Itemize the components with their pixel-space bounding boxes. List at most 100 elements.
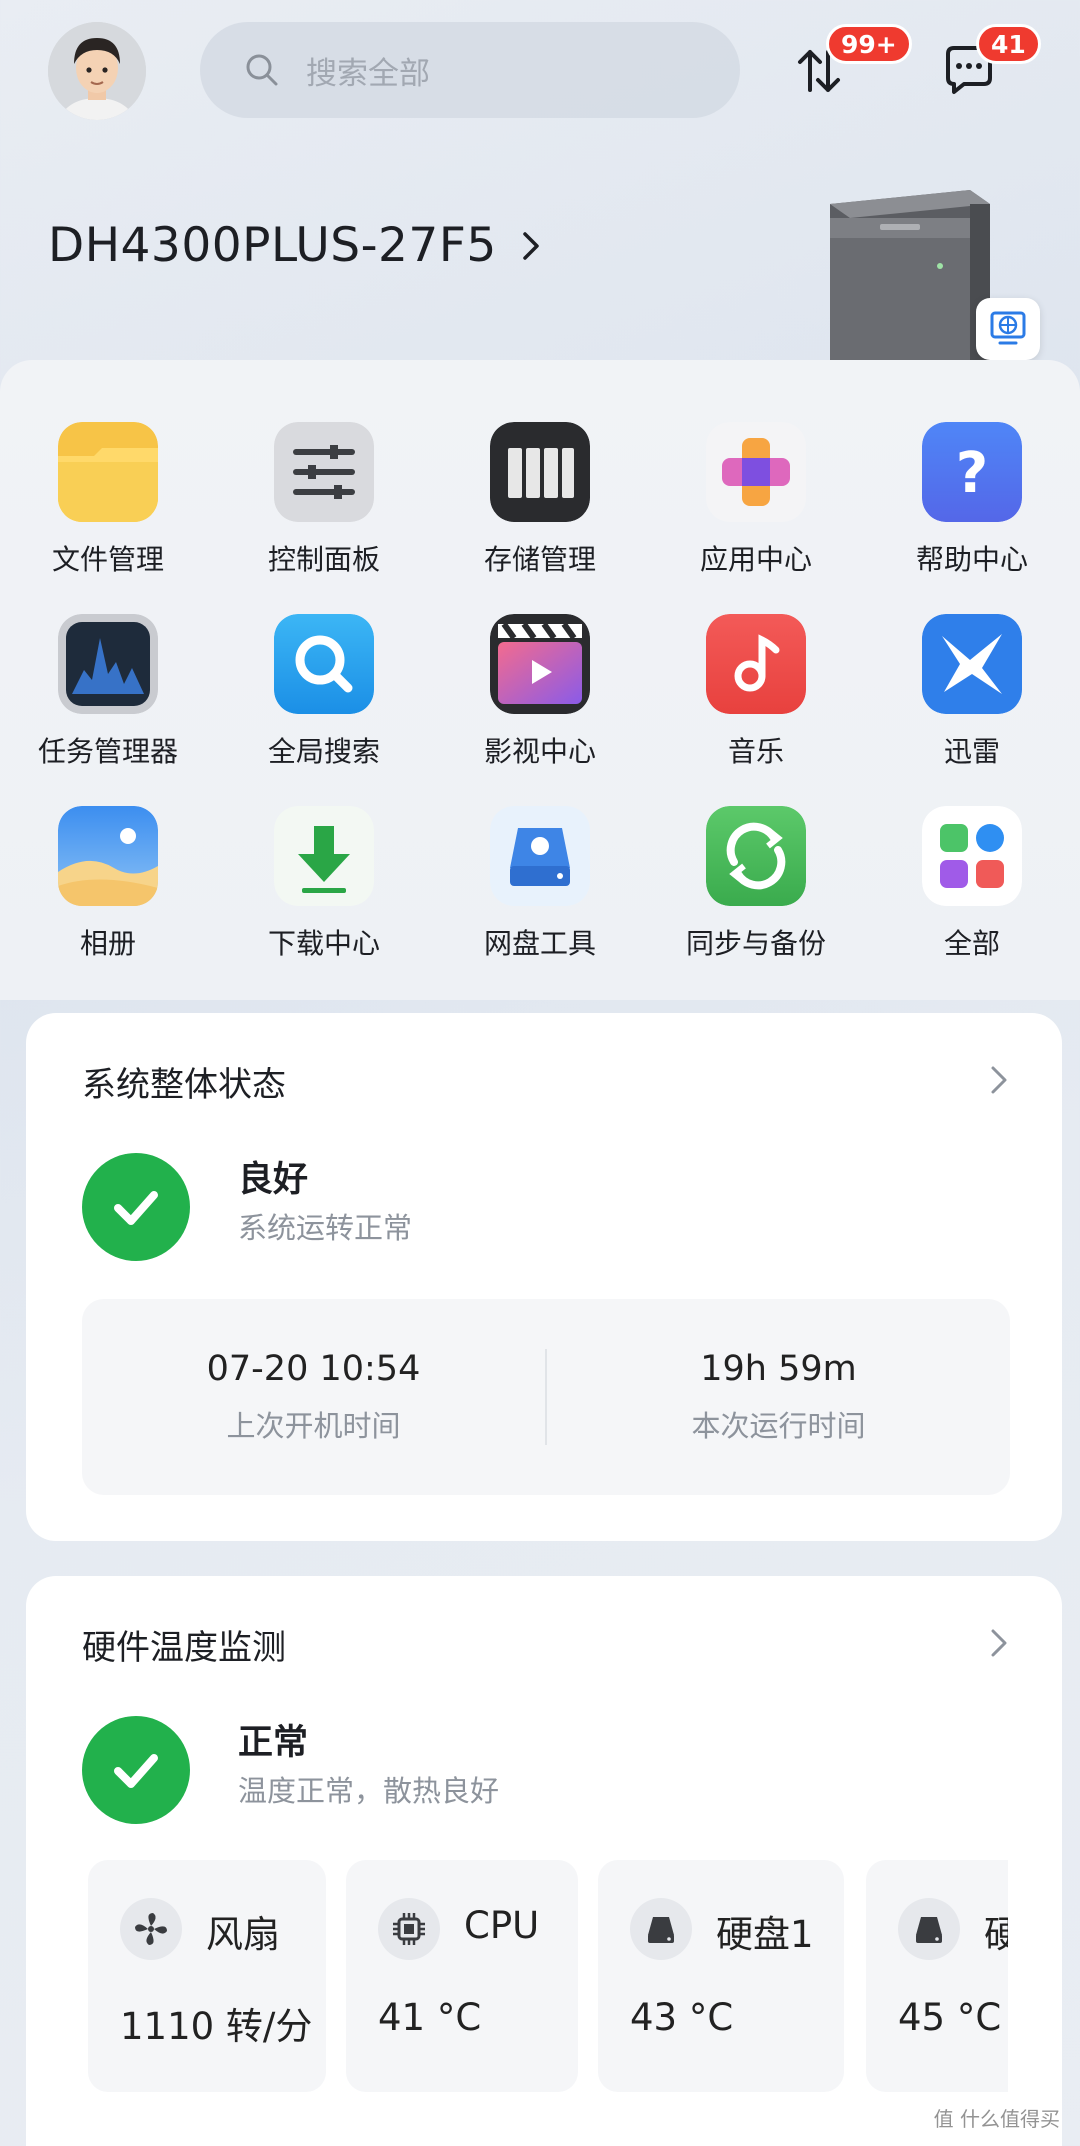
app-help-center[interactable]: ? 帮助中心	[864, 422, 1080, 614]
device-selector[interactable]: DH4300PLUS-27F5	[48, 218, 543, 273]
app-label: 控制面板	[267, 543, 380, 576]
photos-icon	[58, 806, 158, 906]
cloud-drive-icon	[490, 806, 590, 906]
app-row: 相册 下载中心 网盘工具 同步与备份 全部	[0, 806, 1080, 998]
app-label: 任务管理器	[37, 735, 178, 768]
search-bar[interactable]: 搜索全部	[200, 22, 740, 118]
app-label: 帮助中心	[915, 543, 1028, 576]
all-apps-icon	[922, 806, 1022, 906]
svg-text:?: ?	[956, 441, 988, 506]
avatar[interactable]	[48, 22, 146, 120]
transfer-badge: 99+	[826, 24, 912, 64]
app-download-center[interactable]: 下载中心	[216, 806, 432, 998]
globe-monitor-icon	[990, 311, 1026, 345]
sensor-cpu[interactable]: CPU 41 °C	[346, 1860, 578, 2092]
app-photos[interactable]: 相册	[0, 806, 216, 998]
uptime-label: 本次运行时间	[691, 1409, 866, 1443]
app-music[interactable]: 音乐	[648, 614, 864, 806]
app-task-manager[interactable]: 任务管理器	[0, 614, 216, 806]
app-row: 任务管理器 全局搜索 影视中心 音乐 迅雷	[0, 614, 1080, 806]
app-label: 音乐	[727, 735, 784, 768]
uptime-value: 19h 59m	[700, 1349, 857, 1389]
app-label: 全局搜索	[267, 735, 380, 768]
app-video-center[interactable]: 影视中心	[432, 614, 648, 806]
sensor-disk-2[interactable]: 硬盘2 45 °C	[866, 1860, 1008, 2092]
last-boot: 07-20 10:54 上次开机时间	[82, 1299, 545, 1495]
app-panel: 文件管理 控制面板 存储管理 应用中心 ? 帮助中心 任务管理器 全局搜索 影视…	[0, 360, 1080, 1000]
xunlei-icon	[922, 614, 1022, 714]
app-sync-backup[interactable]: 同步与备份	[648, 806, 864, 998]
sensor-name: CPU	[464, 1904, 540, 1947]
app-all[interactable]: 全部	[864, 806, 1080, 998]
fan-icon	[120, 1898, 182, 1960]
nas-device-image	[830, 190, 990, 376]
status-text: 良好	[238, 1160, 309, 1200]
message-badge: 41	[976, 24, 1041, 64]
video-icon	[490, 614, 590, 714]
app-app-center[interactable]: 应用中心	[648, 422, 864, 614]
disk-icon	[630, 1898, 692, 1960]
app-label: 文件管理	[51, 543, 164, 576]
chevron-right-icon	[991, 1629, 1007, 1657]
temperature-card[interactable]: 硬件温度监测 正常 温度正常，散热良好 风扇 1110 转/分 CPU 41 °…	[26, 1576, 1062, 2146]
app-storage-manager[interactable]: 存储管理	[432, 422, 648, 614]
sensor-name: 风扇	[206, 1913, 280, 1956]
sliders-icon	[274, 422, 374, 522]
sensor-value: 45 °C	[898, 1996, 1002, 2039]
sensor-name: 硬盘1	[716, 1913, 814, 1956]
app-label: 网盘工具	[483, 927, 596, 960]
status-text: 正常	[238, 1723, 309, 1763]
download-icon	[274, 806, 374, 906]
chevron-right-icon	[991, 1066, 1007, 1094]
task-manager-icon	[58, 614, 158, 714]
sensor-name: 硬盘2	[984, 1913, 1008, 1956]
app-label: 应用中心	[699, 543, 812, 576]
app-control-panel[interactable]: 控制面板	[216, 422, 432, 614]
check-circle-icon	[82, 1153, 190, 1261]
help-icon: ?	[922, 422, 1022, 522]
status-description: 温度正常，散热良好	[238, 1774, 500, 1808]
card-title: 系统整体状态	[82, 1065, 286, 1105]
sensor-disk-1[interactable]: 硬盘1 43 °C	[598, 1860, 844, 2092]
uptime: 19h 59m 本次运行时间	[547, 1299, 1010, 1495]
sensor-carousel[interactable]: 风扇 1110 转/分 CPU 41 °C 硬盘1 43 °C 硬盘2 45 °…	[88, 1860, 1008, 2092]
global-search-icon	[274, 614, 374, 714]
app-row: 文件管理 控制面板 存储管理 应用中心 ? 帮助中心	[0, 422, 1080, 614]
app-grid: 文件管理 控制面板 存储管理 应用中心 ? 帮助中心 任务管理器 全局搜索 影视…	[0, 422, 1080, 998]
app-cloud-drive-tools[interactable]: 网盘工具	[432, 806, 648, 998]
status-description: 系统运转正常	[238, 1211, 413, 1245]
app-label: 存储管理	[483, 543, 596, 576]
app-center-icon	[706, 422, 806, 522]
remote-access-button[interactable]	[976, 298, 1040, 360]
app-label: 影视中心	[483, 735, 596, 768]
chevron-right-icon	[523, 231, 539, 260]
sensor-value: 43 °C	[630, 1996, 734, 2039]
app-label: 同步与备份	[685, 927, 826, 960]
app-xunlei[interactable]: 迅雷	[864, 614, 1080, 806]
sync-icon	[706, 806, 806, 906]
avatar-image	[48, 22, 146, 120]
app-label: 迅雷	[943, 735, 1000, 768]
app-file-manager[interactable]: 文件管理	[0, 422, 216, 614]
watermark: 值 什么值得买	[933, 2107, 1060, 2131]
folder-icon	[58, 422, 158, 522]
system-status-card[interactable]: 系统整体状态 良好 系统运转正常 07-20 10:54 上次开机时间 19h …	[26, 1013, 1062, 1541]
sensor-fan[interactable]: 风扇 1110 转/分	[88, 1860, 326, 2092]
app-label: 下载中心	[267, 927, 380, 960]
storage-icon	[490, 422, 590, 522]
device-name: DH4300PLUS-27F5	[48, 218, 497, 273]
card-title: 硬件温度监测	[82, 1628, 286, 1668]
disk-icon	[898, 1898, 960, 1960]
search-placeholder: 搜索全部	[306, 55, 430, 92]
app-global-search[interactable]: 全局搜索	[216, 614, 432, 806]
last-boot-value: 07-20 10:54	[206, 1349, 421, 1389]
app-label: 相册	[79, 927, 136, 960]
music-icon	[706, 614, 806, 714]
check-circle-icon	[82, 1716, 190, 1824]
sensor-value: 1110 转/分	[120, 2005, 313, 2048]
search-icon	[246, 54, 278, 86]
sensor-value: 41 °C	[378, 1996, 482, 2039]
last-boot-label: 上次开机时间	[226, 1409, 401, 1443]
cpu-icon	[378, 1898, 440, 1960]
app-label: 全部	[943, 927, 1000, 960]
